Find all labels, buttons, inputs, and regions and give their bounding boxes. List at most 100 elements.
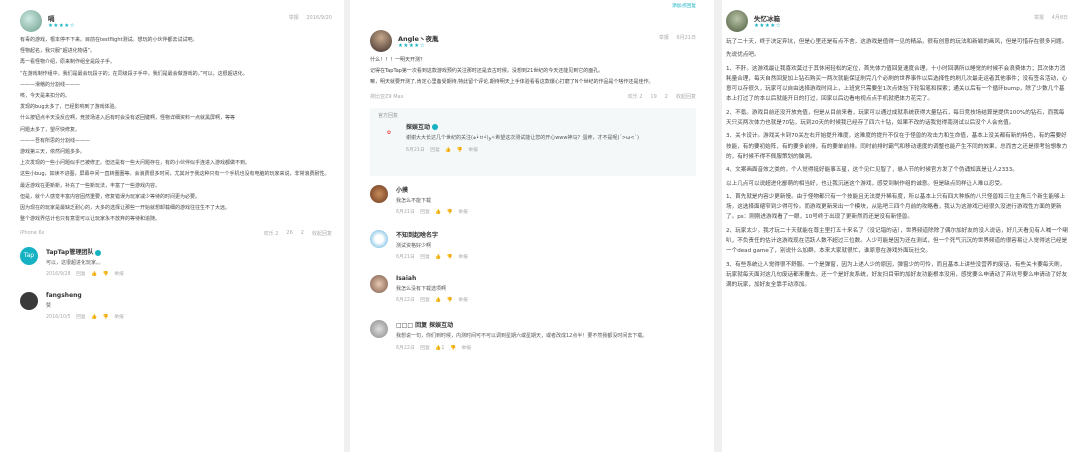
review-paragraph: 什么！！！一明天开测？ bbox=[370, 57, 426, 63]
review-paragraph: 问题太多了，望尽快修复。 bbox=[20, 126, 81, 133]
reply-text: 谢谢大大长达几个世纪的关注(๑•̀ㅂ•́)و✧希望这次测试能让您的开心www神马… bbox=[406, 134, 639, 141]
review-header: 嗝 ★★★★☆ 举报 2016/9/20 bbox=[20, 8, 332, 34]
review-body: 什么！！！一明天开测？ 记得在TapTap第一次看到这款游戏预约关注那时还是去古时… bbox=[370, 56, 696, 88]
rating-stars: ★★★★☆ bbox=[398, 43, 426, 49]
dislike-button[interactable]: 2 bbox=[301, 230, 304, 236]
reply-actions[interactable]: 2016/10/5 回复 👍 👎 举报 bbox=[46, 313, 124, 320]
reply-item: Tap TapTap管理团队 可以，这很超进化玩家。。 2016/9/28 回复… bbox=[20, 247, 332, 283]
avatar[interactable] bbox=[370, 274, 388, 293]
user-name[interactable]: 失忆冰箱 bbox=[754, 13, 781, 23]
avatar[interactable] bbox=[370, 319, 388, 338]
rating-stars: ★★★★☆ bbox=[754, 23, 782, 29]
reply-text: 测试资格好少啊 bbox=[396, 242, 432, 249]
reply-actions[interactable]: 6月21日 回复 👍 👎 举报 bbox=[396, 208, 468, 215]
column-separator bbox=[714, 0, 722, 452]
review-paragraph: ———滑稽的分割线——— bbox=[20, 81, 81, 88]
review-paragraph: 再一看怪物介绍，原来制作组全是段子手。 bbox=[20, 59, 116, 66]
rating-stars: ★★★★☆ bbox=[48, 23, 76, 29]
review-paragraph: 以上几点可以说超进化鄙萌的相当好，也让我沉迷这个游戏，感受到制作组的诚意。但是缺… bbox=[726, 180, 1006, 187]
verified-icon bbox=[95, 249, 102, 256]
developer-logo-icon: ✿ bbox=[386, 129, 392, 136]
reply-actions[interactable]: 2016/9/28 回复 👍 👎 举报 bbox=[46, 270, 124, 277]
review-paragraph: “在游戏制作组中，我们是最会玩段子的；在同级段子手中，我们是最会做游戏的。”可以… bbox=[20, 70, 248, 77]
verified-icon bbox=[432, 124, 439, 131]
reply-actions[interactable]: 6月22日 回复 👍1 👎 举报 bbox=[396, 344, 647, 351]
review-paragraph: 玩了二十天，终于决定弃坑，但是心里还是有点不舍，这游戏是值得一见的精品，很有创意… bbox=[726, 39, 1068, 45]
avatar[interactable] bbox=[370, 30, 392, 52]
avatar[interactable] bbox=[20, 10, 42, 32]
review-paragraph: 这些小bug，如读不进图，屏幕中间一直转圈圈等。会浪费很多时间，尤其对于我这种只… bbox=[20, 171, 330, 178]
reply-author[interactable]: TapTap管理团队 bbox=[46, 249, 93, 256]
reply-author[interactable]: □□□ 回复 探娱互动 bbox=[396, 320, 647, 329]
device-label: 荷比亚Z9 Max bbox=[370, 94, 404, 101]
reply-item: 小摸 我怎么不能下载 6月21日 回复 👍 👎 举报 bbox=[370, 184, 696, 221]
reply-text: 可以，这很超进化玩家。。 bbox=[46, 260, 104, 267]
fun-button[interactable]: 欢乐 2 bbox=[628, 93, 643, 100]
reply-text: 我怎么不能下载 bbox=[396, 197, 432, 204]
review-header: Angle丶夜胤 ★★★★☆ 举报 6月21日 bbox=[370, 28, 696, 54]
review-paragraph: 游戏第三天，依然问题多多。 bbox=[20, 149, 86, 156]
review-footer: iPhone 6s 欢乐 2 26 2 收起回复 bbox=[20, 228, 332, 238]
avatar[interactable] bbox=[726, 10, 748, 32]
reply-item: □□□ 回复 探娱互动 我想说一句，你们到时候，内测时间可不可以调到星期六或星期… bbox=[370, 319, 696, 364]
review-body: 有毒的游戏，根本停不下来。目前在testflight测试。想玩的小伙伴都去试试吧… bbox=[20, 36, 332, 224]
review-paragraph: 什么按钮点半天没反应啊，竞技场进入后有时会没有返回键啊，怪物详细资料一点就黑屏啊… bbox=[20, 115, 236, 122]
review-body: 玩了二十天，终于决定弃坑，但是心里还是有点不舍，这游戏是值得一见的精品，很有创意… bbox=[726, 37, 1068, 291]
review-paragraph: 有毒的游戏，根本停不下来。目前在testflight测试。想玩的小伙伴都去试试吧… bbox=[20, 37, 198, 43]
review-paragraph: 嘛，明天就要开测了,肯定心里备受期待,特此留个评论,期待明天上手体验看看这款爆心… bbox=[370, 79, 654, 86]
dislike-button[interactable]: 2 bbox=[665, 94, 668, 100]
review-paragraph: 上次发现的一些小问题似乎已被修正。但还是有一些大问题存在，有的小伙伴似乎连进入游… bbox=[20, 160, 251, 167]
reply-text: 赞 bbox=[46, 303, 52, 310]
report-and-date[interactable]: 举报 2016/9/20 bbox=[289, 14, 332, 21]
add-reply-link[interactable]: 添加点回复 bbox=[672, 2, 696, 9]
like-button[interactable]: 19 bbox=[650, 94, 656, 100]
reply-text: 我怎么没有下载选项啊 bbox=[396, 285, 447, 292]
review-paragraph: 因为现在的玩家是最缺乏耐心的，大多的选择让那些一开始就想卸载细的游戏往往生不了大… bbox=[20, 205, 231, 212]
official-reply-label: 官方回复 bbox=[378, 112, 399, 119]
like-button[interactable]: 26 bbox=[286, 230, 292, 236]
collapse-replies-button[interactable]: 收起回复 bbox=[312, 230, 332, 237]
review-paragraph: 3、有些系统让人觉得很不舒服。一个是弹窗，因为上述人少的原因，弹窗少的可怜，而且… bbox=[726, 261, 1068, 289]
review-paragraph: 3、关卡设计。游戏关卡到70关左右开始提升难度，这难度的提升不仅在于怪兽的攻击力… bbox=[726, 133, 1068, 160]
reply-author[interactable]: 不知到起啥名字 bbox=[396, 230, 468, 239]
review-card: 嗝 ★★★★☆ 举报 2016/9/20 有毒的游戏，根本停不下来。目前在tes… bbox=[0, 0, 344, 452]
review-paragraph: ———吾有所思的分割线——— bbox=[20, 137, 91, 144]
review-paragraph: 1、不肝。这游戏最让我喜欢莫过于其休闲轻松的定位，首先体力值回复速度合理，十小时… bbox=[726, 65, 1068, 103]
avatar[interactable] bbox=[370, 229, 388, 248]
review-paragraph: 发现的bug太多了，已经影响到了游戏体验。 bbox=[20, 104, 120, 111]
reply-author[interactable]: 探娱互动 bbox=[406, 124, 430, 131]
reply-author[interactable]: 小摸 bbox=[396, 185, 468, 194]
review-card: 添加点回复 Angle丶夜胤 ★★★★☆ 举报 6月21日 什么！！！一明天开测… bbox=[352, 0, 712, 452]
reply-item: Isaiah 我怎么没有下载选项啊 6月22日 回复 👍 👎 举报 bbox=[370, 274, 696, 311]
avatar[interactable] bbox=[370, 184, 388, 203]
device-label: iPhone 6s bbox=[20, 230, 45, 237]
collapse-replies-button[interactable]: 收起回复 bbox=[676, 93, 696, 100]
taptap-logo-icon: Tap bbox=[20, 247, 38, 266]
review-paragraph: 整个游戏界估计也只有意雷可以让玩家永不放弃的等待和追随。 bbox=[20, 216, 161, 223]
review-footer: 荷比亚Z9 Max 欢乐 2 19 2 收起回复 bbox=[370, 92, 696, 102]
review-paragraph: 2、不氪。游戏目前还没开放充值，但是从目前来看，玩家可以通过成就系统获得大量钻石… bbox=[726, 109, 1065, 127]
fun-button[interactable]: 欢乐 2 bbox=[264, 230, 279, 237]
review-card: 失忆冰箱 ★★★★☆ 举报 4月8日 玩了二十天，终于决定弃坑，但是心里还是有点… bbox=[722, 0, 1080, 452]
reply-author[interactable]: fangsheng bbox=[46, 292, 124, 299]
review-paragraph: 2、玩家太少，我才玩二十天就能在尊主里打五十来名了（没记错的话），世界频道除除了… bbox=[726, 227, 1068, 255]
report-and-date[interactable]: 举报 6月21日 bbox=[659, 34, 696, 41]
review-paragraph: 怪物起名，我只服“超进化物语”。 bbox=[20, 48, 96, 55]
reply-text: 我想说一句，你们到时候，内测时间可不可以调到星期六或星期天，或者改成12点半！要… bbox=[396, 332, 648, 339]
reply-item: 不知到起啥名字 测试资格好少啊 6月21日 回复 👍 👎 举报 bbox=[370, 229, 696, 266]
review-paragraph: 1、首先就是内容少更新慢。由于怪物都只有一个技能且无法提升稀有度，所以基本上只有… bbox=[726, 193, 1066, 221]
reply-author[interactable]: Isaiah bbox=[396, 275, 468, 282]
report-and-date[interactable]: 举报 4月8日 bbox=[1034, 14, 1068, 21]
review-paragraph: 咳，今天是来扣分的。 bbox=[20, 93, 71, 100]
user-name[interactable]: 嗝 bbox=[48, 13, 75, 23]
review-paragraph: 记得在TapTap第一次看到这款游戏预约关注那时还是去古时候。没想到21世纪的今… bbox=[370, 68, 604, 75]
review-paragraph: 最近游戏在更新新，补充了一些新玩法，丰富了一些游戏内容。 bbox=[20, 182, 161, 189]
reply-actions[interactable]: 6月22日 回复 👍 👎 举报 bbox=[396, 296, 468, 303]
official-reply: 官方回复 ✿ 探娱互动 谢谢大大长达几个世纪的关注(๑•̀ㅂ•́)و✧希望这次测… bbox=[370, 107, 696, 176]
review-paragraph: 先说优点吧。 bbox=[726, 52, 760, 59]
reply-actions[interactable]: 6月21日 回复 👍 👎 举报 bbox=[406, 146, 639, 153]
avatar[interactable] bbox=[20, 292, 38, 311]
reply-item: fangsheng 赞 2016/10/5 回复 👍 👎 举报 bbox=[20, 292, 332, 328]
reply-actions[interactable]: 6月21日 回复 👍 👎 举报 bbox=[396, 253, 468, 260]
user-name[interactable]: Angle丶夜胤 bbox=[398, 33, 438, 43]
